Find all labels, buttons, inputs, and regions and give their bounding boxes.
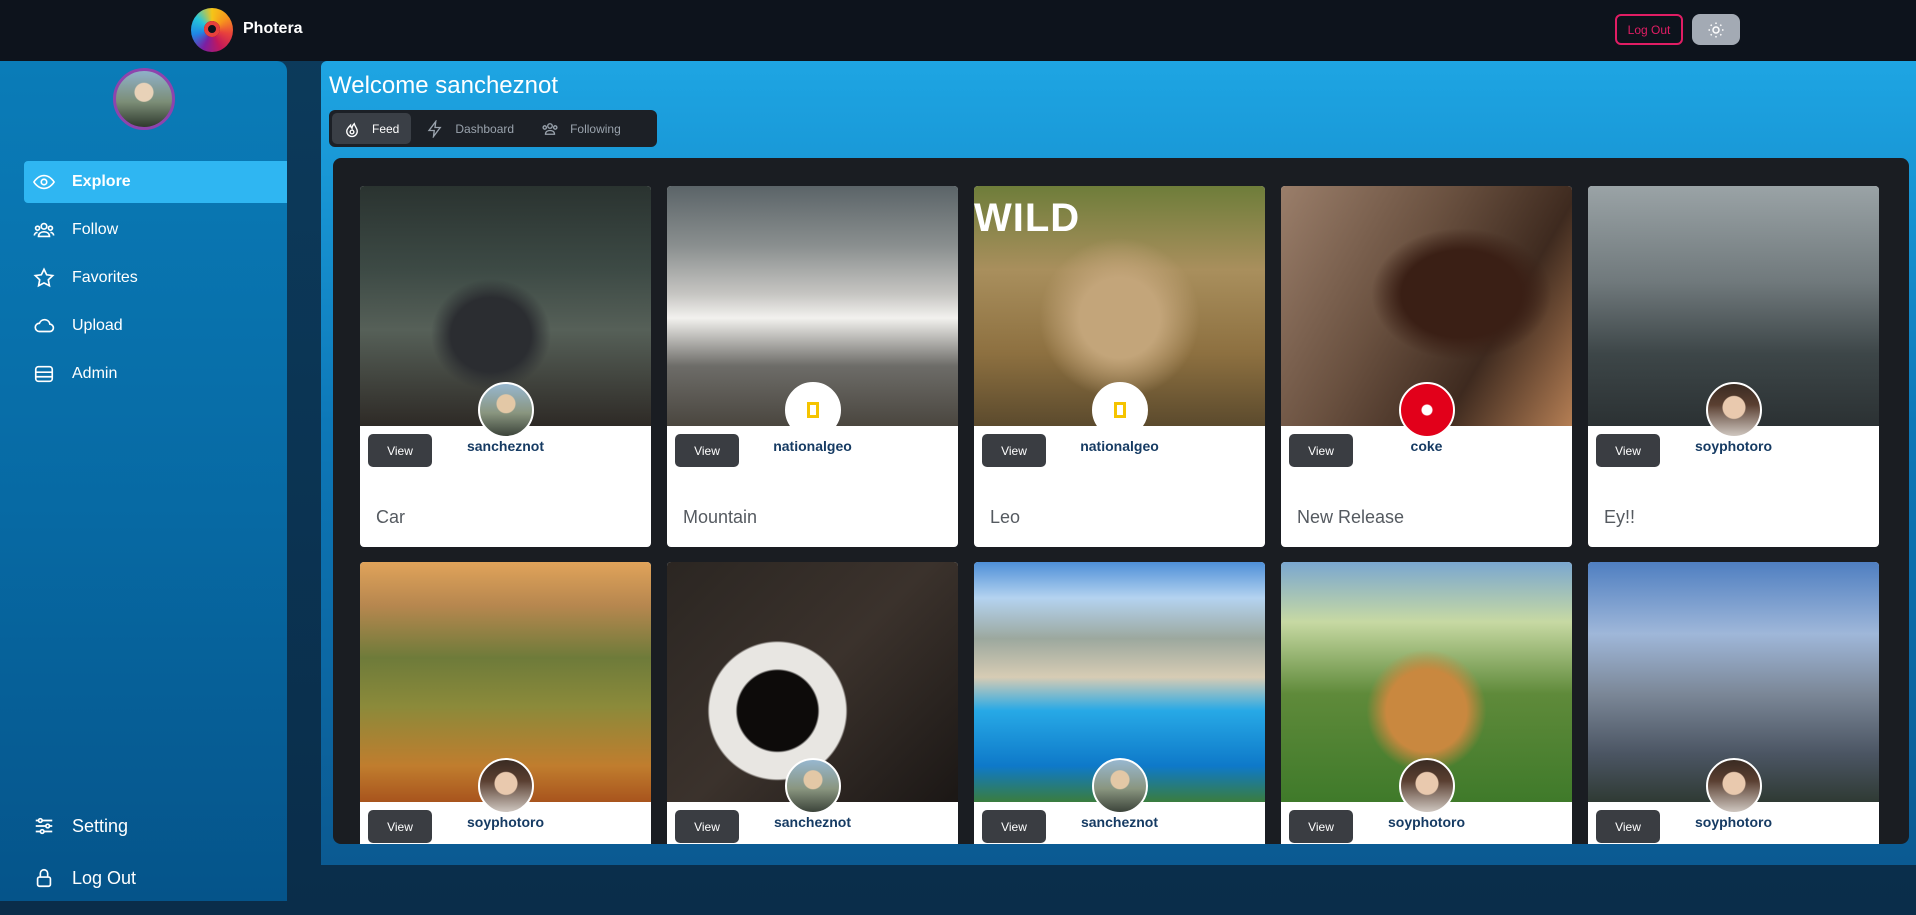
- sidebar-item-label: Explore: [72, 173, 131, 190]
- tab-label: Dashboard: [455, 121, 515, 136]
- bolt-icon: [425, 119, 445, 139]
- photo-title: Mountain: [683, 507, 758, 527]
- sidebar: Explore Follow Favorites Upload Admin Se…: [0, 61, 287, 901]
- photo-overlay-text: WILD: [974, 196, 1081, 240]
- natgeo-logo-icon: [807, 402, 819, 418]
- photera-logo[interactable]: [191, 8, 233, 52]
- username-link[interactable]: soyphotoro: [1588, 438, 1879, 454]
- sliders-icon: [32, 814, 56, 838]
- username-link[interactable]: coke: [1281, 438, 1572, 454]
- user-avatar[interactable]: [1706, 758, 1762, 814]
- sidebar-item-upload[interactable]: Upload: [24, 305, 287, 347]
- user-avatar[interactable]: [1399, 382, 1455, 438]
- username-link[interactable]: sancheznot: [667, 814, 958, 830]
- photo-card: View coke New Release: [1281, 186, 1572, 547]
- photo-title: Car: [376, 507, 406, 527]
- welcome-title: Welcome sancheznot: [329, 72, 559, 99]
- user-avatar[interactable]: [113, 68, 175, 130]
- sun-icon: [1708, 22, 1724, 37]
- theme-toggle-button[interactable]: [1692, 14, 1740, 45]
- user-avatar[interactable]: [478, 758, 534, 814]
- users-icon: [540, 119, 560, 139]
- username-link[interactable]: sancheznot: [360, 438, 651, 454]
- username-link[interactable]: soyphotoro: [1281, 814, 1572, 830]
- star-icon: [32, 266, 56, 290]
- tab-following[interactable]: Following: [530, 113, 633, 144]
- user-avatar[interactable]: [785, 382, 841, 438]
- sidebar-item-setting[interactable]: Setting: [24, 805, 287, 847]
- natgeo-logo-icon: [1114, 402, 1126, 418]
- user-avatar[interactable]: [478, 382, 534, 438]
- user-avatar[interactable]: [1092, 382, 1148, 438]
- sidebar-item-logout[interactable]: Log Out: [24, 857, 287, 899]
- photo-grid: View sancheznot Car View nationalgeo Mou…: [333, 158, 1909, 844]
- eye-icon: [32, 170, 56, 194]
- user-avatar[interactable]: [785, 758, 841, 814]
- main-panel: Welcome sancheznot Feed Dashboard Follow…: [321, 61, 1916, 865]
- photo-title: Leo: [990, 507, 1021, 527]
- tab-dashboard[interactable]: Dashboard: [415, 113, 526, 144]
- top-bar: Photera Log Out: [0, 0, 1916, 61]
- sidebar-item-label: Favorites: [72, 269, 138, 286]
- photo-card: View soyphotoro: [360, 562, 651, 844]
- photo-card: View nationalgeo Mountain: [667, 186, 958, 547]
- username-link[interactable]: soyphotoro: [360, 814, 651, 830]
- sidebar-item-label: Upload: [72, 317, 123, 334]
- user-avatar[interactable]: [1706, 382, 1762, 438]
- sidebar-item-follow[interactable]: Follow: [24, 209, 287, 251]
- photo-card: View sancheznot Car: [360, 186, 651, 547]
- lock-icon: [32, 866, 56, 890]
- sidebar-item-label: Admin: [72, 365, 118, 382]
- sidebar-item-label: Log Out: [72, 867, 137, 888]
- photo-title: Ey!!: [1604, 507, 1636, 527]
- photo-card: WILD View nationalgeo Leo: [974, 186, 1265, 547]
- user-avatar[interactable]: [1399, 758, 1455, 814]
- feed-tabs: Feed Dashboard Following: [329, 110, 657, 147]
- photo-card: View soyphotoro: [1588, 562, 1879, 844]
- photo-card: View soyphotoro: [1281, 562, 1572, 844]
- username-link[interactable]: nationalgeo: [974, 438, 1265, 454]
- photo-card: View soyphotoro Ey!!: [1588, 186, 1879, 547]
- photo-card: View sancheznot: [974, 562, 1265, 844]
- tab-feed[interactable]: Feed: [332, 113, 412, 144]
- cloud-icon: [32, 314, 56, 338]
- app-name: Photera: [243, 20, 303, 37]
- sidebar-item-label: Follow: [72, 221, 119, 238]
- username-link[interactable]: sancheznot: [974, 814, 1265, 830]
- photo-title: New Release: [1297, 507, 1405, 527]
- logout-button[interactable]: Log Out: [1615, 14, 1683, 45]
- flame-icon: [342, 119, 362, 139]
- users-icon: [32, 218, 56, 242]
- username-link[interactable]: nationalgeo: [667, 438, 958, 454]
- sidebar-item-admin[interactable]: Admin: [24, 353, 287, 395]
- sidebar-item-label: Setting: [72, 815, 129, 836]
- username-link[interactable]: soyphotoro: [1588, 814, 1879, 830]
- sidebar-item-explore[interactable]: Explore: [24, 161, 287, 203]
- sidebar-item-favorites[interactable]: Favorites: [24, 257, 287, 299]
- database-icon: [32, 362, 56, 386]
- photo-card: View sancheznot: [667, 562, 958, 844]
- tab-label: Feed: [372, 121, 400, 136]
- user-avatar[interactable]: [1092, 758, 1148, 814]
- tab-label: Following: [570, 121, 621, 136]
